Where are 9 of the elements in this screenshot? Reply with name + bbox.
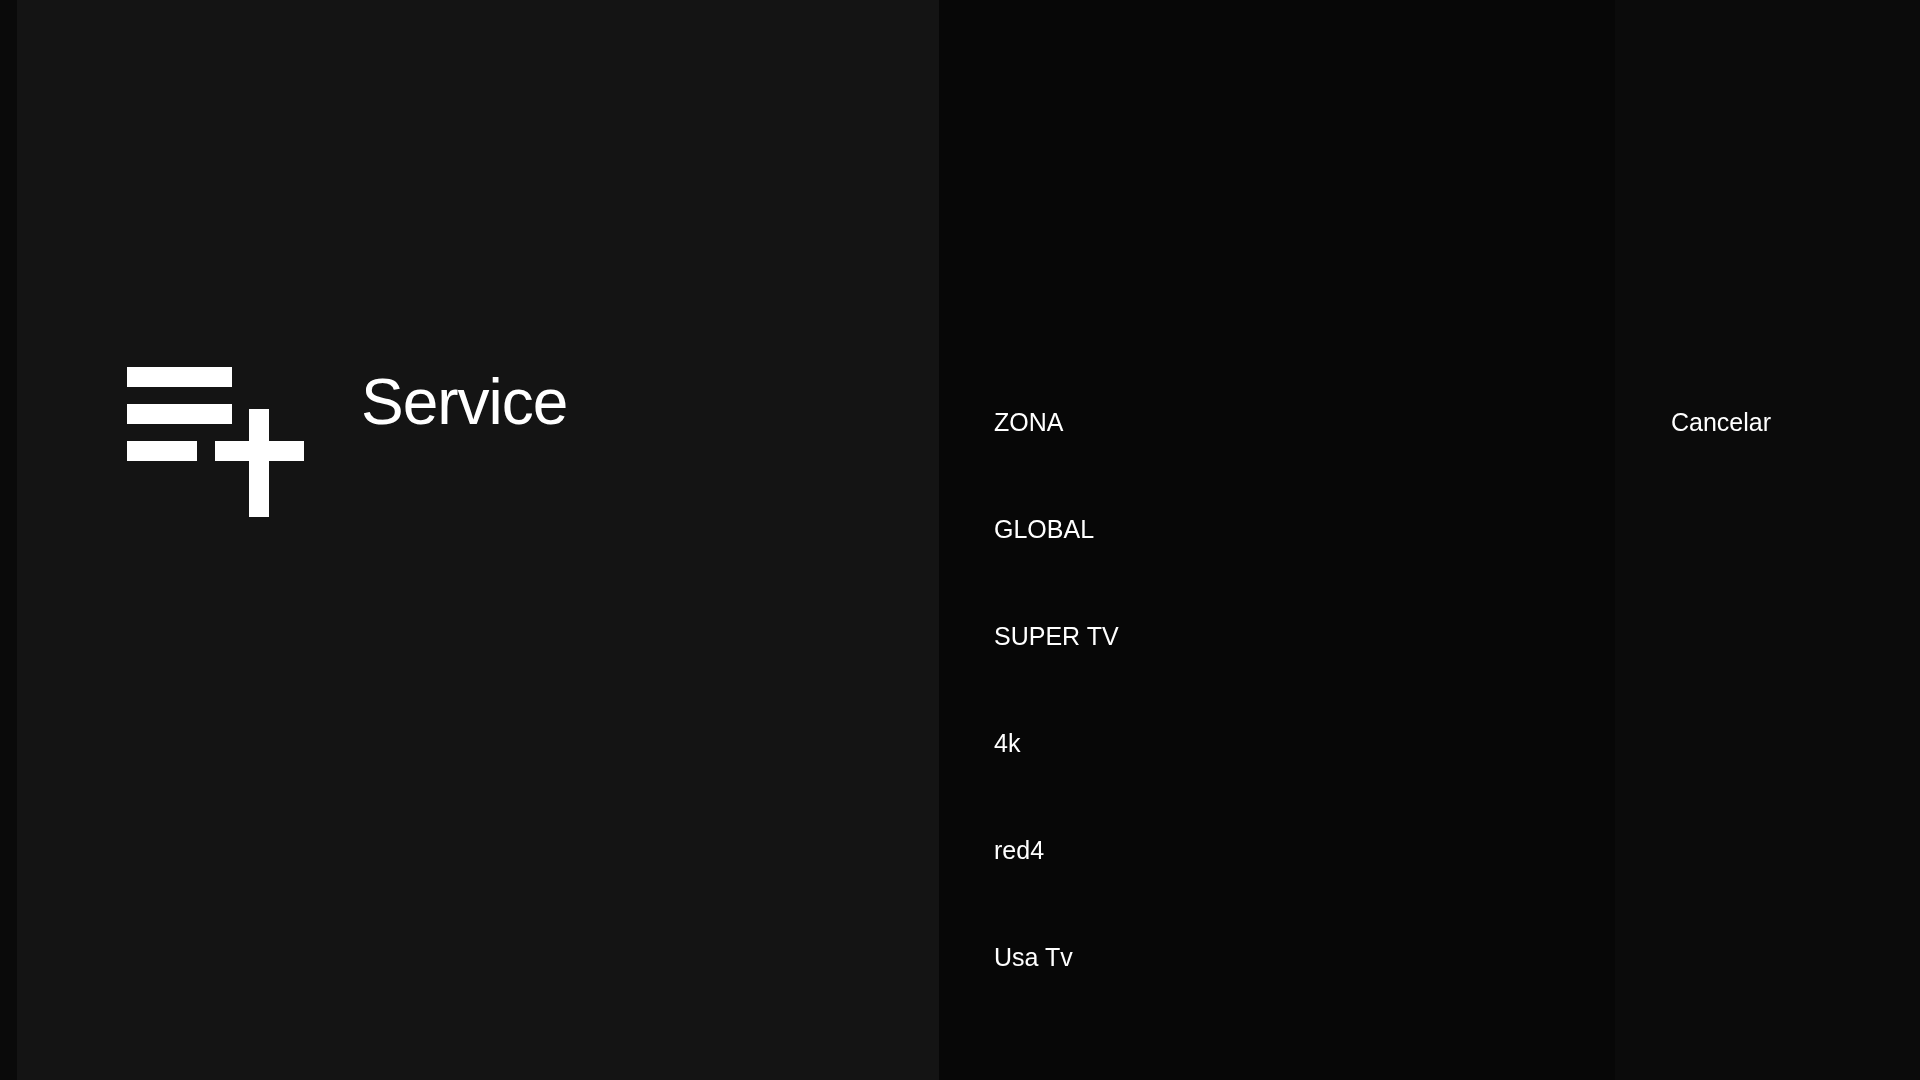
page-title: Service: [361, 365, 568, 439]
option-item[interactable]: Usa Tv: [994, 927, 1073, 987]
option-item[interactable]: GLOBAL: [994, 499, 1095, 559]
cancel-button[interactable]: Cancelar: [1671, 392, 1772, 452]
option-item[interactable]: red4: [994, 820, 1045, 880]
option-item[interactable]: 4k: [994, 713, 1021, 773]
option-item[interactable]: SUPER TV: [994, 606, 1119, 666]
playlist-add-icon: [127, 367, 304, 517]
option-item[interactable]: ZONA: [994, 392, 1064, 452]
